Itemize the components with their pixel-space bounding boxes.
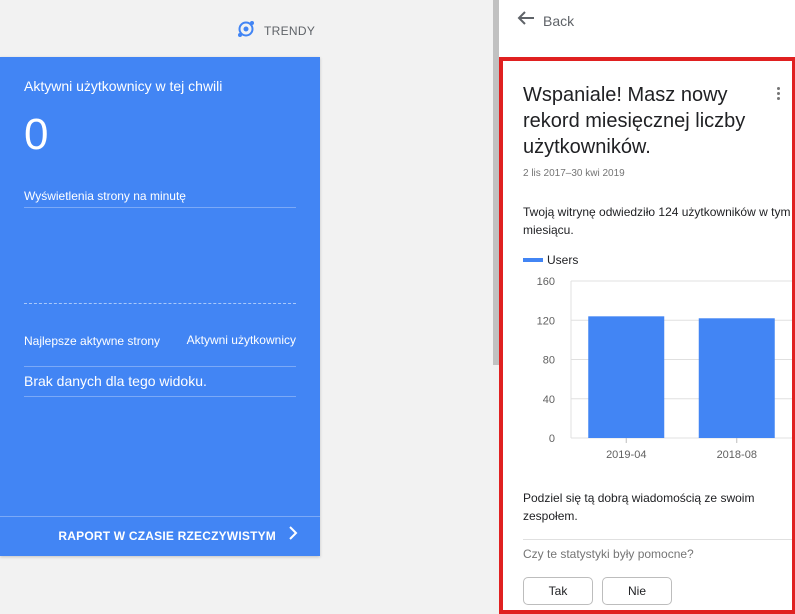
insights-panel: Back Wspaniale! Masz nowy rekord miesięc… (499, 0, 795, 614)
y-tick-label: 0 (549, 433, 555, 445)
divider (24, 207, 296, 208)
realtime-pane: TRENDY Aktywni użytkownicy w tej chwili … (0, 0, 493, 614)
pageviews-per-minute-label: Wyświetlenia strony na minutę (24, 189, 186, 203)
feedback-question: Czy te statystyki były pomocne? (523, 547, 694, 561)
arrow-left-icon (517, 10, 535, 31)
back-label: Back (543, 12, 575, 29)
no-data-message: Brak danych dla tego widoku. (24, 373, 207, 389)
share-text: Podziel się tą dobrą wiadomością ze swoi… (523, 491, 755, 523)
x-tick-label: 2018-08 (717, 449, 757, 461)
y-tick-label: 40 (543, 394, 555, 406)
top-active-pages-label: Najlepsze aktywne strony (24, 334, 161, 348)
divider (523, 539, 792, 540)
yes-button[interactable]: Tak (523, 577, 593, 605)
trendy-header[interactable]: TRENDY (236, 20, 315, 42)
active-users-column-label: Aktywni użytkownicy (186, 333, 296, 347)
x-tick-label: 2019-04 (606, 449, 646, 461)
pageviews-baseline (24, 303, 296, 304)
realtime-card: Aktywni użytkownicy w tej chwili 0 Wyświ… (0, 57, 320, 556)
y-tick-label: 80 (543, 355, 555, 367)
divider (24, 366, 296, 367)
divider (0, 516, 320, 517)
bar (698, 318, 775, 438)
chevron-right-icon (288, 526, 298, 545)
realtime-report-link[interactable]: RAPORT W CZASIE RZECZYWISTYM (58, 526, 298, 545)
trendy-label: TRENDY (264, 24, 316, 38)
trends-icon (236, 19, 256, 44)
bar (588, 316, 665, 438)
divider (24, 396, 296, 397)
active-users-count: 0 (24, 110, 49, 159)
insight-card: Wspaniale! Masz nowy rekord miesięcznej … (499, 57, 795, 614)
no-button[interactable]: Nie (602, 577, 672, 605)
back-button[interactable]: Back (517, 10, 574, 31)
y-tick-label: 120 (537, 315, 555, 327)
realtime-title: Aktywni użytkownicy w tej chwili (24, 78, 223, 94)
y-tick-label: 160 (537, 276, 555, 288)
realtime-report-label: RAPORT W CZASIE RZECZYWISTYM (58, 528, 276, 543)
users-bar-chart: 0 40 80 120 160 2019-04 2018-08 (537, 276, 792, 461)
